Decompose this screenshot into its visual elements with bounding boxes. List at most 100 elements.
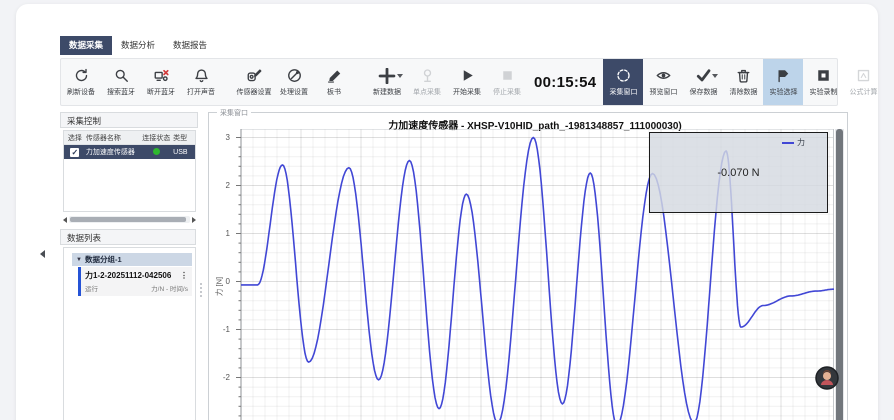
toolbar-button-play[interactable]: 开始采集 (447, 59, 487, 105)
data-list: ▼ 数据分组-1 力1-2-20251112-042506 ⋮ 运行 力/N -… (63, 247, 196, 420)
eye-icon (656, 68, 671, 84)
toolbar-button-flag[interactable]: 实验选择 (763, 59, 803, 105)
left-panel: 采集控制 选择 传感器名称 连接状态 类型 ✓ 力加速度传感器 USB 数据列表… (60, 112, 198, 420)
toolbar-button-sensor-settings[interactable]: 传感器设置 (234, 59, 274, 105)
tab-data-collection[interactable]: 数据采集 (60, 36, 112, 55)
toolbar-button-label: 断开蓝牙 (147, 87, 175, 97)
app-window: 数据采集 数据分析 数据报告 刷新设备 搜索蓝牙 断开蓝牙 打开声音 传感器设置处理设置… (0, 0, 894, 420)
legend-series-name: 力 (797, 137, 805, 148)
toolbar-button-record[interactable]: 实验录制 (803, 59, 843, 105)
sensor-settings-icon (247, 68, 262, 84)
scroll-left-icon[interactable] (63, 217, 67, 223)
panel-collapse-icon[interactable] (40, 250, 45, 258)
toolbar-button-eye[interactable]: 预览窗口 (643, 59, 683, 105)
bell-icon (194, 68, 209, 84)
formula-icon (856, 68, 871, 84)
refresh-icon (74, 68, 89, 84)
collection-timer: 00:15:54 (527, 59, 603, 105)
toolbar-button-label: 实验选择 (769, 87, 797, 97)
toolbar-button-label: 实验录制 (809, 87, 837, 97)
compass-icon (287, 68, 302, 84)
dropdown-caret-icon[interactable] (397, 74, 403, 78)
assistant-avatar-button[interactable] (815, 366, 839, 390)
toolbar-button-label: 刷新设备 (67, 87, 95, 97)
toolbar-button-label: 传感器设置 (237, 87, 272, 97)
toolbar-button-label: 搜索蓝牙 (107, 87, 135, 97)
toolbar-button-label: 打开声音 (187, 87, 215, 97)
chart-panel: 采集窗口 力加速度传感器 - XHSP-V10HID_path_-1981348… (208, 112, 848, 420)
toolbar-button-label: 公式计算 (849, 87, 877, 97)
toolbar-button-label: 采集窗口 (609, 87, 637, 97)
chart-legend: 力 (782, 137, 805, 148)
stop-icon (500, 68, 515, 84)
y-tick-label: 3 (209, 133, 233, 143)
y-tick-label: 1 (209, 229, 233, 239)
sensor-table: 选择 传感器名称 连接状态 类型 ✓ 力加速度传感器 USB (63, 130, 196, 212)
collection-control-header: 采集控制 (60, 112, 198, 128)
toolbar-button-bluetooth-disconnect[interactable]: 断开蓝牙 (141, 59, 181, 105)
play-icon (460, 68, 475, 84)
sensor-name: 力加速度传感器 (86, 147, 140, 157)
col-select: 选择 (64, 133, 86, 143)
panel-splitter-handle[interactable] (200, 283, 202, 297)
single-point-icon (420, 68, 435, 84)
toolbar-button-label: 开始采集 (453, 87, 481, 97)
dataset-axes: 力/N - 时间/s (151, 283, 188, 293)
toolbar-button-search[interactable]: 搜索蓝牙 (101, 59, 141, 105)
main-tabs: 数据采集 数据分析 数据报告 (60, 36, 216, 55)
toolbar-button-refresh[interactable]: 刷新设备 (61, 59, 101, 105)
tab-data-analysis[interactable]: 数据分析 (112, 36, 164, 55)
flag-icon (776, 68, 791, 84)
toolbar-button-check[interactable]: 保存数据 (683, 59, 723, 105)
toolbar-button-label: 单点采集 (413, 87, 441, 97)
bluetooth-disconnect-icon (154, 68, 169, 84)
col-sensor-name: 传感器名称 (86, 133, 140, 143)
toolbar-button-stop: 停止采集 (487, 59, 527, 105)
plus-icon (378, 68, 396, 84)
dataset-title: 力1-2-20251112-042506 (85, 270, 171, 281)
data-group-label: 数据分组-1 (85, 254, 122, 265)
scrollbar-thumb[interactable] (70, 217, 186, 222)
data-list-header: 数据列表 (60, 229, 196, 245)
legend-line-swatch (782, 142, 794, 144)
status-dot (153, 148, 160, 155)
toolbar-button-label: 板书 (327, 87, 341, 97)
toolbar-button-label: 清除数据 (729, 87, 757, 97)
check-icon (696, 68, 711, 84)
y-tick-label: 2 (209, 181, 233, 191)
toolbar-button-compass[interactable]: 处理设置 (274, 59, 314, 105)
sensor-type: USB (173, 149, 195, 156)
toolbar-button-label: 处理设置 (280, 87, 308, 97)
list-item[interactable]: 力1-2-20251112-042506 ⋮ 运行 力/N - 时间/s (78, 267, 192, 296)
data-group-row[interactable]: ▼ 数据分组-1 (72, 253, 192, 266)
toolbar-button-label: 新建数据 (373, 87, 401, 97)
toolbar-button-dashed-circle[interactable]: 采集窗口 (603, 59, 643, 105)
toolbar-button-marker[interactable]: 板书 (314, 59, 354, 105)
col-status: 连接状态 (139, 133, 173, 143)
sensor-table-header: 选择 传感器名称 连接状态 类型 (64, 131, 195, 145)
horizontal-scrollbar[interactable] (63, 215, 196, 224)
dashed-circle-icon (616, 68, 631, 84)
dataset-status: 运行 (85, 283, 98, 293)
toolbar-button-single-point: 单点采集 (407, 59, 447, 105)
toolbar: 刷新设备 搜索蓝牙 断开蓝牙 打开声音 传感器设置处理设置 板书 新建数据 单点采集 开始采集 停… (60, 58, 838, 106)
toolbar-button-trash[interactable]: 清除数据 (723, 59, 763, 105)
toolbar-button-formula: 公式计算 (843, 59, 883, 105)
trash-icon (736, 68, 751, 84)
toolbar-button-label: 预览窗口 (649, 87, 677, 97)
toolbar-button-label: 停止采集 (493, 87, 521, 97)
chevron-down-icon: ▼ (76, 257, 82, 263)
toolbar-button-bell[interactable]: 打开声音 (181, 59, 221, 105)
table-row[interactable]: ✓ 力加速度传感器 USB (64, 145, 195, 159)
record-icon (816, 68, 831, 84)
marker-icon (327, 68, 342, 84)
dropdown-caret-icon[interactable] (712, 74, 718, 78)
measurement-value: -0.070 N (717, 167, 759, 179)
scroll-right-icon[interactable] (192, 217, 196, 223)
search-icon (114, 68, 129, 84)
tab-data-report[interactable]: 数据报告 (164, 36, 216, 55)
row-checkbox[interactable]: ✓ (70, 148, 79, 157)
item-menu-dots-icon[interactable]: ⋮ (180, 271, 188, 280)
col-type: 类型 (173, 133, 195, 143)
toolbar-button-plus[interactable]: 新建数据 (367, 59, 407, 105)
